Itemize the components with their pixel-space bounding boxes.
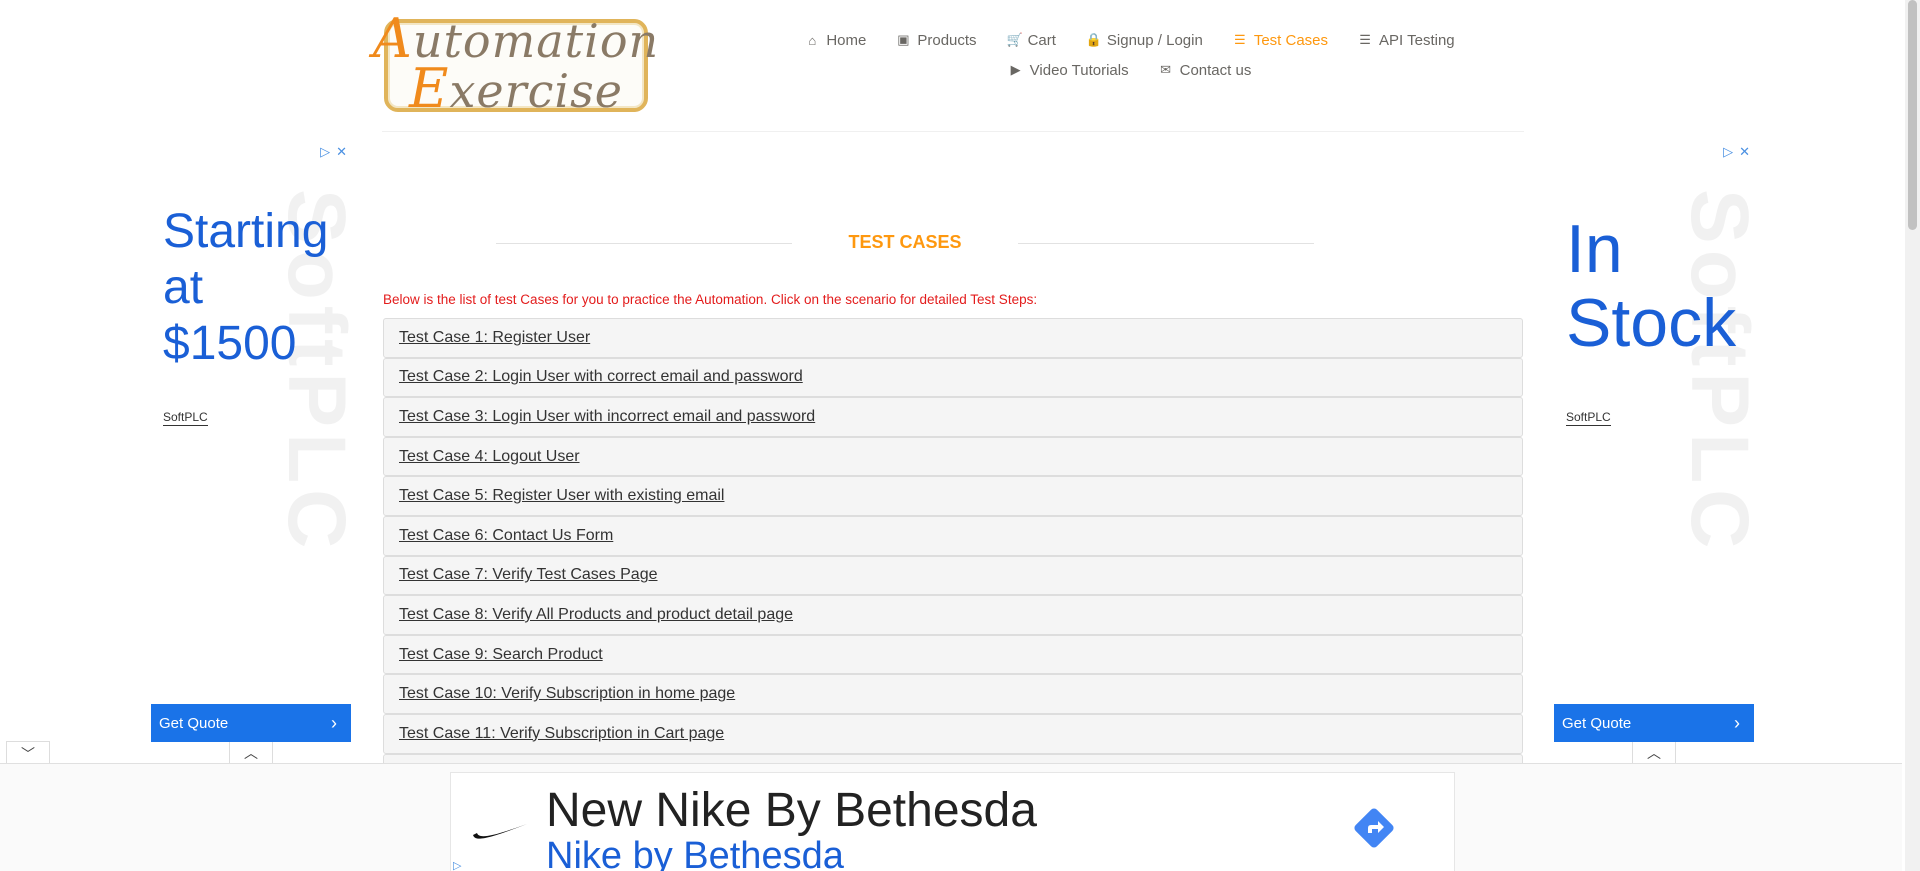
chevron-right-icon: › <box>1734 712 1740 733</box>
collapse-bottom-ad-button[interactable]: ﹀ <box>6 741 50 765</box>
right-side-ad[interactable]: SoftPLC ▷ ✕ In Stock SoftPLC Get Quote › <box>1554 142 1754 742</box>
test-case-link[interactable]: Test Case 1: Register User <box>399 329 590 347</box>
test-case-link[interactable]: Test Case 5: Register User with existing… <box>399 487 724 505</box>
briefcase-icon: ▣ <box>897 32 910 47</box>
test-case-link[interactable]: Test Case 2: Login User with correct ema… <box>399 368 803 386</box>
envelope-icon: ✉ <box>1160 62 1172 77</box>
list-icon: ☰ <box>1234 32 1246 47</box>
close-icon[interactable]: ✕ <box>1739 144 1750 160</box>
nav-label: Signup / Login <box>1106 31 1203 49</box>
test-case-item[interactable]: Test Case 11: Verify Subscription in Car… <box>383 713 1523 754</box>
nike-swoosh-icon <box>473 824 527 839</box>
bottom-ad-subline: Nike by Bethesda <box>546 835 844 871</box>
bottom-ad-creative[interactable]: New Nike By Bethesda Nike by Bethesda ▷ <box>450 772 1455 871</box>
test-case-item[interactable]: Test Case 10: Verify Subscription in hom… <box>383 674 1523 714</box>
test-case-link[interactable]: Test Case 8: Verify All Products and pro… <box>399 606 793 624</box>
bottom-ad-headline: New Nike By Bethesda <box>546 784 1037 837</box>
test-case-item[interactable]: Test Case 3: Login User with incorrect e… <box>383 397 1523 437</box>
page-title-wrap: TEST CASES <box>496 230 1314 256</box>
scrollbar-thumb[interactable] <box>1908 0 1917 230</box>
chevron-right-icon: › <box>331 712 337 733</box>
home-icon: ⌂ <box>808 32 817 48</box>
collapse-right-ad-button[interactable]: ︿ <box>1632 742 1676 764</box>
test-case-item[interactable]: Test Case 8: Verify All Products and pro… <box>383 595 1523 635</box>
logo-letter-e: E <box>409 56 450 120</box>
ad-cta-label: Get Quote <box>1562 714 1632 732</box>
chevron-up-icon: ︿ <box>244 744 258 761</box>
adchoices-icon[interactable]: ▷ <box>453 859 461 871</box>
test-case-item[interactable]: Test Case 1: Register User <box>383 318 1523 358</box>
header-divider <box>382 131 1524 132</box>
nav-test-cases[interactable]: ☰ Test Cases <box>1233 32 1328 49</box>
nav-label: Video Tutorials <box>1029 61 1129 79</box>
ad-headline-line: Stock <box>1566 285 1737 361</box>
ad-cta-label: Get Quote <box>159 714 229 732</box>
test-case-item[interactable]: Test Case 2: Login User with correct ema… <box>383 357 1523 398</box>
test-case-link[interactable]: Test Case 9: Search Product <box>399 646 603 664</box>
test-case-link[interactable]: Test Case 10: Verify Subscription in hom… <box>399 685 735 703</box>
nav-label: Contact us <box>1179 61 1252 79</box>
site-logo[interactable]: Automation Exercise <box>373 11 658 115</box>
nav-contact-us[interactable]: ✉ Contact us <box>1159 61 1252 79</box>
test-case-item[interactable]: Test Case 9: Search Product <box>383 634 1523 675</box>
ad-brand[interactable]: SoftPLC <box>163 410 208 426</box>
test-case-item[interactable]: Test Case 6: Contact Us Form <box>383 515 1523 556</box>
intro-text: Below is the list of test Cases for you … <box>383 292 1038 307</box>
test-case-item[interactable]: Test Case 5: Register User with existing… <box>383 476 1523 516</box>
logo-text-2: xercise <box>449 63 623 118</box>
test-case-item[interactable]: Test Case 7: Verify Test Cases Page <box>383 555 1523 596</box>
youtube-icon: ▶ <box>1010 62 1021 77</box>
adchoices-icon[interactable]: ▷ <box>1723 144 1733 160</box>
collapse-left-ad-button[interactable]: ︿ <box>229 742 273 764</box>
nav-label: API Testing <box>1379 31 1455 49</box>
nav-label: Test Cases <box>1253 31 1329 49</box>
test-case-link[interactable]: Test Case 4: Logout User <box>399 448 580 466</box>
test-case-item[interactable]: Test Case 4: Logout User <box>383 436 1523 477</box>
nav-signup-login[interactable]: 🔒 Signup / Login <box>1086 32 1203 49</box>
nav-products[interactable]: ▣ Products <box>896 32 976 49</box>
test-case-link[interactable]: Test Case 3: Login User with incorrect e… <box>399 408 815 426</box>
adchoices-icon[interactable]: ▷ <box>320 144 330 160</box>
lock-icon: 🔒 <box>1085 32 1103 47</box>
list-icon: ☰ <box>1359 32 1371 47</box>
main-nav: ⌂ Home ▣ Products 🛒 Cart 🔒 Signup / Login ☰ T… <box>760 28 1500 82</box>
ad-headline-line: Starting <box>163 205 329 258</box>
title-rule-right <box>1018 243 1314 244</box>
nav-video-tutorials[interactable]: ▶ Video Tutorials <box>1009 62 1129 79</box>
cart-icon: 🛒 <box>1006 32 1023 47</box>
ad-headline-line: In <box>1566 211 1623 287</box>
nav-row-2: ▶ Video Tutorials ✉ Contact us <box>760 58 1500 82</box>
ad-get-quote-button[interactable]: Get Quote › <box>1554 704 1754 742</box>
chevron-down-icon: ﹀ <box>21 745 35 762</box>
ad-headline-line: at <box>163 261 204 314</box>
directions-arrow-icon[interactable] <box>1349 803 1399 853</box>
bottom-anchor-ad: New Nike By Bethesda Nike by Bethesda ▷ <box>0 763 1902 871</box>
ad-get-quote-button[interactable]: Get Quote › <box>151 704 351 742</box>
test-case-link[interactable]: Test Case 7: Verify Test Cases Page <box>399 566 658 584</box>
chevron-up-icon: ︿ <box>1647 744 1661 761</box>
test-case-list: Test Case 1: Register User Test Case 2: … <box>383 318 1523 794</box>
nav-api-testing[interactable]: ☰ API Testing <box>1358 31 1455 49</box>
page-scrollbar[interactable] <box>1905 0 1920 871</box>
nav-label: Cart <box>1027 31 1056 49</box>
nav-row-1: ⌂ Home ▣ Products 🛒 Cart 🔒 Signup / Login ☰ T… <box>760 28 1500 52</box>
ad-headline[interactable]: In Stock <box>1566 212 1736 360</box>
ad-headline-line: $1500 <box>163 317 297 370</box>
test-case-link[interactable]: Test Case 6: Contact Us Form <box>399 527 613 545</box>
nav-cart[interactable]: 🛒 Cart <box>1007 32 1056 49</box>
close-icon[interactable]: ✕ <box>336 144 347 160</box>
nav-label: Home <box>826 31 867 49</box>
logo-text-1: utomation <box>412 13 660 68</box>
ad-controls: ▷ ✕ <box>1723 144 1750 160</box>
ad-brand[interactable]: SoftPLC <box>1566 410 1611 426</box>
ad-headline[interactable]: Starting at $1500 <box>163 204 328 372</box>
logo-letter-a: A <box>372 6 413 70</box>
ad-controls: ▷ ✕ <box>320 144 347 160</box>
nav-label: Products <box>917 31 977 49</box>
nav-home[interactable]: ⌂ Home <box>805 32 866 49</box>
left-side-ad[interactable]: SoftPLC ▷ ✕ Starting at $1500 SoftPLC Ge… <box>151 142 351 742</box>
test-case-link[interactable]: Test Case 11: Verify Subscription in Car… <box>399 725 724 743</box>
